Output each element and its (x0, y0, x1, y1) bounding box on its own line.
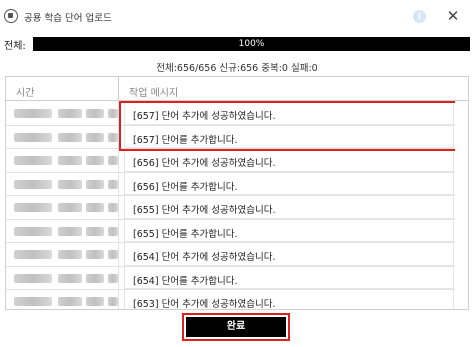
info-icon[interactable]: i (413, 10, 426, 23)
redacted-block (108, 109, 118, 118)
cell-divider (118, 243, 119, 266)
app-icon (4, 9, 18, 23)
redacted-block (86, 203, 104, 212)
message-cell: [657] 단어 추가에 성공하였습니다. (124, 102, 454, 125)
cell-divider (118, 172, 119, 195)
table-header: 시간 작업 메시지 (6, 77, 468, 101)
message-cell: [653] 단어 추가에 성공하였습니다. (124, 290, 454, 310)
redacted-block (86, 109, 104, 118)
redacted-block (58, 132, 82, 142)
message-text: [654] 단어 추가에 성공하였습니다. (133, 252, 276, 263)
redacted-block (108, 250, 118, 259)
done-button-highlight: 완료 (182, 313, 290, 341)
redacted-block (14, 179, 52, 189)
redacted-block (58, 109, 82, 118)
redacted-block (108, 297, 118, 306)
message-text: [655] 단어를 추가합니다. (133, 228, 238, 240)
table-row[interactable]: [653] 단어 추가에 성공하였습니다. (6, 290, 468, 310)
redacted-block (58, 273, 82, 283)
redacted-block (14, 203, 52, 212)
message-cell: [656] 단어 추가에 성공하였습니다. (124, 149, 454, 172)
message-cell: [656] 단어를 추가합니다. (124, 172, 454, 195)
cell-divider (118, 102, 119, 125)
table-body: [657] 단어 추가에 성공하였습니다. [657] 단어를 추가합니다. [65… (6, 102, 468, 310)
redacted-block (58, 156, 82, 165)
progress-percent: 100% (238, 39, 265, 49)
table-row[interactable]: [657] 단어 추가에 성공하였습니다. (6, 102, 468, 126)
message-cell: [657] 단어를 추가합니다. (124, 125, 454, 148)
scroll-area (455, 101, 468, 309)
table-row[interactable]: [655] 단어 추가에 성공하였습니다. (6, 196, 468, 220)
message-text: [656] 단어를 추가합니다. (133, 181, 238, 193)
table-row[interactable]: [657] 단어를 추가합니다. (6, 125, 468, 149)
done-button[interactable]: 완료 (186, 317, 286, 337)
redacted-block (58, 226, 82, 236)
table-row[interactable]: [656] 단어 추가에 성공하였습니다. (6, 149, 468, 173)
message-text: [656] 단어 추가에 성공하였습니다. (133, 158, 276, 169)
redacted-block (108, 179, 118, 189)
table-row[interactable]: [655] 단어를 추가합니다. (6, 219, 468, 243)
message-cell: [655] 단어 추가에 성공하였습니다. (124, 196, 454, 219)
message-cell: [654] 단어를 추가합니다. (124, 266, 454, 289)
redacted-block (58, 179, 82, 189)
redacted-block (14, 250, 52, 259)
progress-label: 전체: (4, 41, 26, 52)
redacted-block (58, 250, 82, 259)
cell-divider (118, 125, 119, 148)
redacted-block (86, 250, 104, 259)
table-row[interactable]: [654] 단어를 추가합니다. (6, 266, 468, 290)
progress-bar: 100% (33, 37, 470, 51)
log-table[interactable]: 시간 작업 메시지 [657] 단어 추가에 성공하였습니다. [657] 단어를… (5, 76, 469, 310)
redacted-block (14, 156, 52, 165)
cell-divider (118, 149, 119, 172)
redacted-block (14, 273, 52, 283)
cell-divider (118, 266, 119, 289)
redacted-block (108, 203, 118, 212)
message-text: [653] 단어 추가에 성공하였습니다. (133, 299, 276, 310)
cell-divider (118, 290, 119, 309)
column-header-time[interactable]: 시간 (16, 84, 34, 99)
redacted-block (86, 179, 104, 189)
redacted-block (108, 273, 118, 283)
cell-divider (118, 196, 119, 219)
message-text: [655] 단어 추가에 성공하였습니다. (133, 205, 276, 216)
cell-divider (118, 219, 119, 242)
redacted-block (108, 132, 118, 142)
redacted-block (108, 156, 118, 165)
close-icon[interactable]: ✕ (444, 7, 462, 25)
message-text: [657] 단어 추가에 성공하였습니다. (133, 111, 276, 122)
redacted-block (14, 297, 52, 306)
window-title: 공용 학습 단어 업로드 (24, 13, 112, 24)
column-header-message[interactable]: 작업 메시지 (129, 84, 178, 99)
column-divider[interactable] (118, 77, 119, 101)
redacted-block (86, 226, 104, 236)
redacted-block (58, 297, 82, 306)
title-bar: 공용 학습 단어 업로드 i ✕ (0, 0, 474, 32)
message-text: [657] 단어를 추가합니다. (133, 134, 238, 146)
upload-summary: 전체:656/656 신규:656 중복:0 실패:0 (156, 63, 318, 74)
message-text: [654] 단어를 추가합니다. (133, 275, 238, 287)
redacted-block (14, 109, 52, 118)
redacted-block (58, 203, 82, 212)
message-cell: [655] 단어를 추가합니다. (124, 219, 454, 242)
redacted-block (108, 226, 118, 236)
redacted-block (14, 226, 52, 236)
table-row[interactable]: [654] 단어 추가에 성공하였습니다. (6, 243, 468, 267)
table-row[interactable]: [656] 단어를 추가합니다. (6, 172, 468, 196)
redacted-block (86, 132, 104, 142)
redacted-block (86, 297, 104, 306)
message-cell: [654] 단어 추가에 성공하였습니다. (124, 243, 454, 266)
redacted-block (14, 132, 52, 142)
redacted-block (86, 156, 104, 165)
redacted-block (86, 273, 104, 283)
